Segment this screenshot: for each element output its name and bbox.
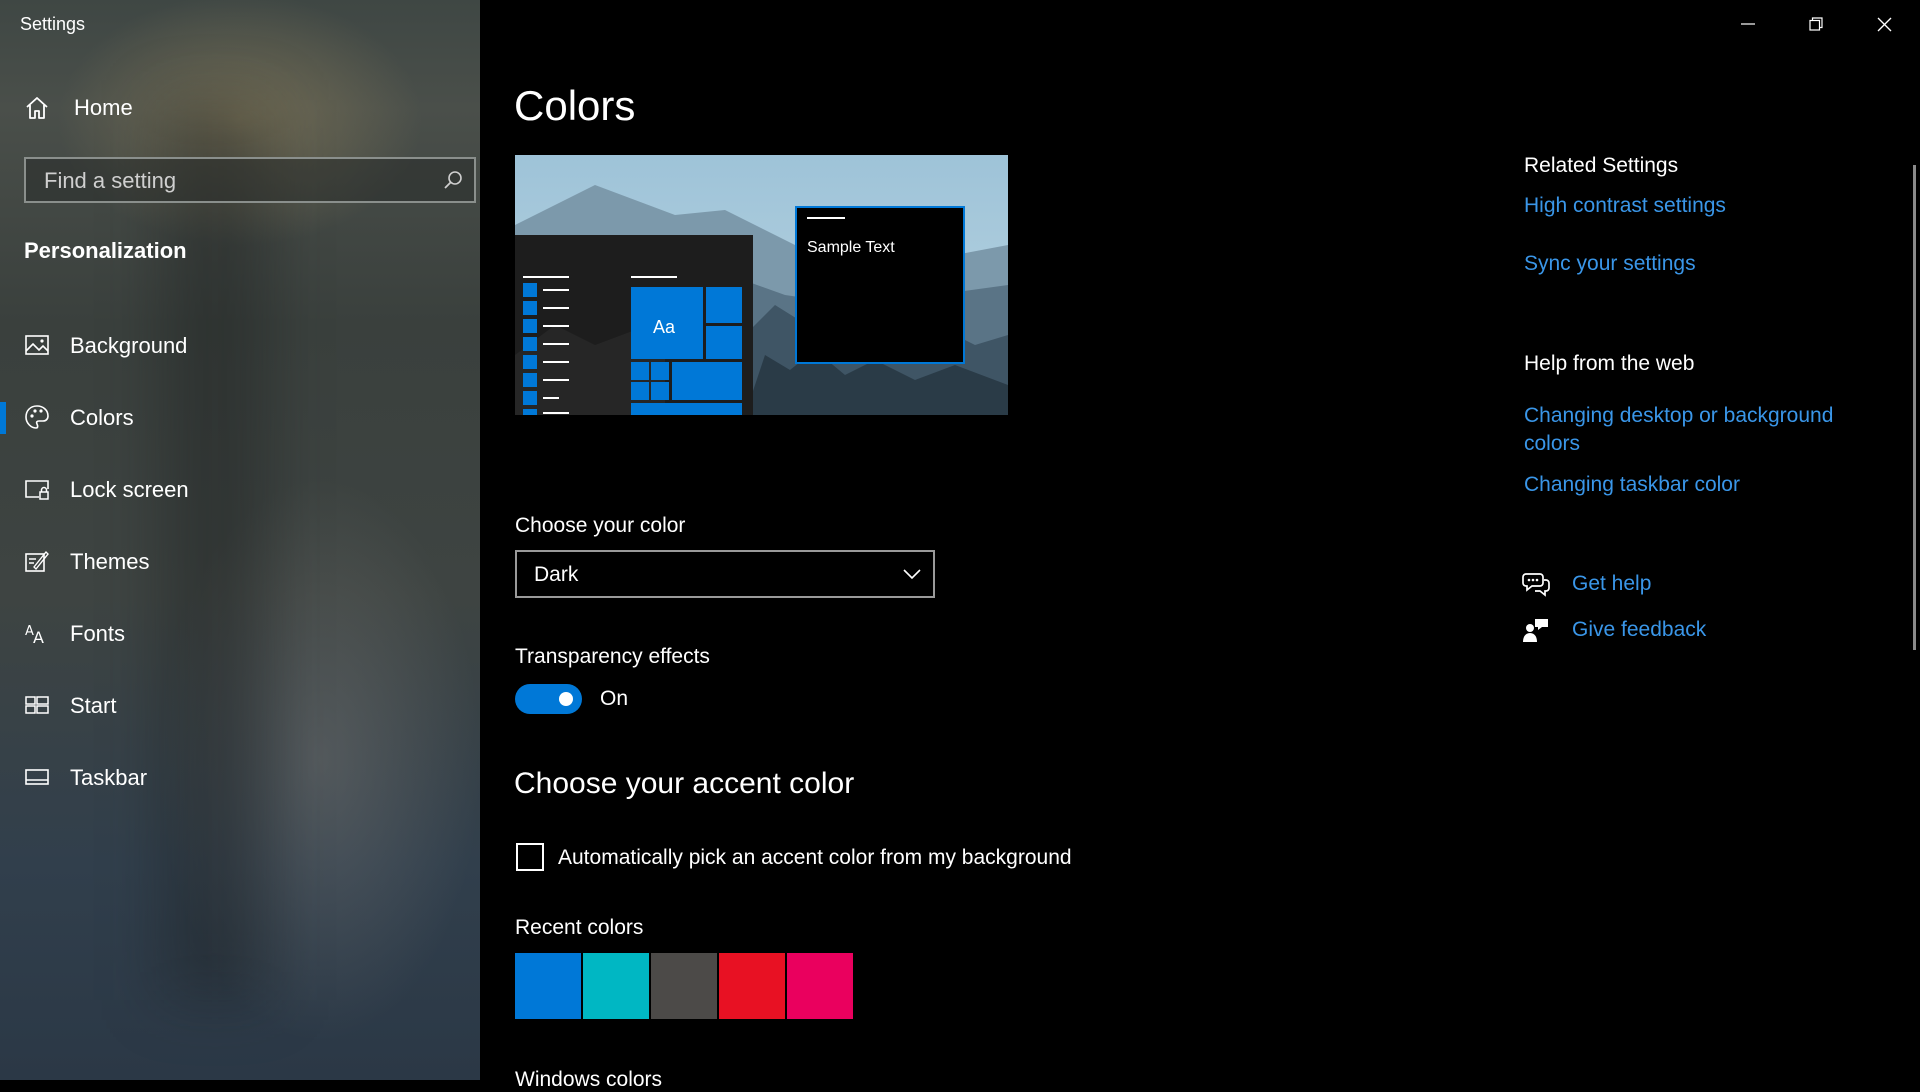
give-feedback-link[interactable]: Give feedback	[1572, 616, 1706, 644]
help-link-taskbar-color[interactable]: Changing taskbar color	[1524, 471, 1740, 499]
restore-icon	[1809, 17, 1823, 31]
close-icon	[1877, 17, 1891, 31]
picture-icon	[25, 335, 49, 355]
color-swatch-red[interactable]	[719, 953, 785, 1019]
get-help-link[interactable]: Get help	[1572, 570, 1651, 598]
get-help-row[interactable]: Get help	[1522, 570, 1651, 598]
sidebar-item-lock-screen[interactable]: Lock screen	[0, 454, 480, 526]
sync-settings-link[interactable]: Sync your settings	[1524, 250, 1696, 278]
auto-accent-checkbox[interactable]	[516, 843, 544, 871]
transparency-toggle[interactable]	[515, 684, 582, 714]
preview-image	[515, 155, 1008, 415]
recent-colors	[515, 953, 853, 1019]
recent-colors-label: Recent colors	[515, 916, 644, 939]
nav-home-label: Home	[74, 95, 133, 120]
theme-preview: Aa Sample Text	[515, 155, 1008, 415]
close-button[interactable]	[1850, 0, 1918, 48]
sidebar-item-colors[interactable]: Colors	[0, 382, 480, 454]
auto-accent-label[interactable]: Automatically pick an accent color from …	[558, 846, 1072, 870]
search-input[interactable]	[42, 159, 426, 203]
sidebar-item-label: Colors	[70, 405, 134, 430]
restore-button[interactable]	[1782, 0, 1850, 48]
sidebar-item-taskbar[interactable]: Taskbar	[0, 742, 480, 814]
palette-icon	[25, 405, 49, 429]
sidebar-item-label: Lock screen	[70, 477, 189, 502]
color-swatch-gray[interactable]	[651, 953, 717, 1019]
sidebar-item-label: Themes	[70, 549, 150, 574]
give-feedback-row[interactable]: Give feedback	[1522, 616, 1706, 644]
preview-tile-text: Aa	[653, 317, 676, 337]
color-swatch-teal[interactable]	[583, 953, 649, 1019]
nav-list: Background Colors Lock screen Themes A A…	[0, 310, 480, 814]
sidebar-item-label: Start	[70, 693, 117, 718]
transparency-label: Transparency effects	[515, 645, 710, 668]
sidebar-item-label: Background	[70, 333, 188, 358]
sidebar-item-themes[interactable]: Themes	[0, 526, 480, 598]
color-swatch-pink[interactable]	[787, 953, 853, 1019]
help-link-desktop-colors[interactable]: Changing desktop or background colors	[1524, 402, 1864, 458]
minimize-icon	[1741, 23, 1755, 25]
section-title: Personalization	[24, 238, 187, 263]
search-icon[interactable]	[442, 169, 464, 191]
minimize-button[interactable]	[1714, 0, 1782, 48]
sidebar-item-background[interactable]: Background	[0, 310, 480, 382]
svg-text:A: A	[33, 628, 44, 646]
toggle-knob	[559, 692, 573, 706]
high-contrast-link[interactable]: High contrast settings	[1524, 192, 1726, 220]
preview-sample-text: Sample Text	[807, 239, 895, 256]
feedback-icon	[1523, 619, 1548, 642]
accent-color-heading: Choose your accent color	[514, 767, 855, 800]
get-help-icon	[1522, 573, 1550, 597]
related-settings-heading: Related Settings	[1524, 154, 1679, 177]
color-swatch-blue[interactable]	[515, 953, 581, 1019]
choose-color-dropdown[interactable]: Dark	[515, 550, 935, 598]
choose-color-label: Choose your color	[515, 514, 686, 537]
start-icon	[25, 696, 49, 714]
taskbar-icon	[25, 769, 49, 785]
sidebar-item-label: Fonts	[70, 621, 126, 646]
sidebar-item-fonts[interactable]: A A Fonts	[0, 598, 480, 670]
sidebar: Settings Home Personalization Background	[0, 0, 480, 1080]
home-icon	[26, 97, 48, 119]
sidebar-item-label: Taskbar	[70, 765, 148, 790]
choose-color-value: Dark	[534, 563, 579, 586]
transparency-state: On	[600, 687, 629, 710]
windows-colors-heading: Windows colors	[515, 1068, 663, 1091]
app-title: Settings	[20, 14, 86, 34]
nav-home[interactable]: Home	[24, 92, 133, 124]
search-box	[24, 157, 476, 203]
scrollbar[interactable]	[1913, 165, 1916, 650]
page-title: Colors	[514, 82, 636, 129]
themes-icon	[25, 550, 49, 572]
lock-screen-icon	[25, 480, 49, 500]
chevron-down-icon	[903, 569, 921, 580]
fonts-icon: A A	[25, 624, 44, 646]
help-web-heading: Help from the web	[1524, 352, 1695, 375]
sidebar-item-start[interactable]: Start	[0, 670, 480, 742]
